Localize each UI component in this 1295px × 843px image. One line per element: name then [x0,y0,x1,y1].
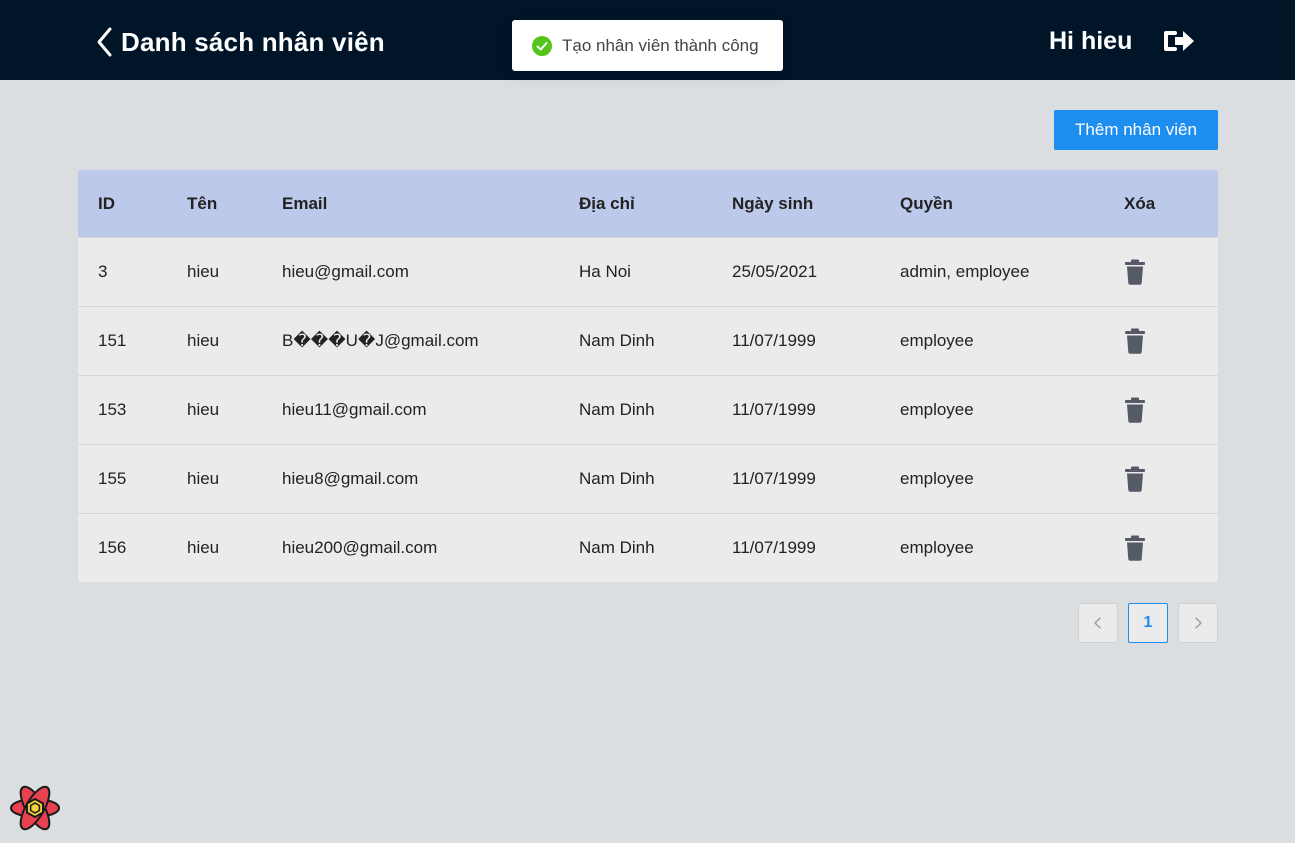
pagination-next-button[interactable] [1178,603,1218,643]
page-title: Danh sách nhân viên [121,26,385,57]
delete-button[interactable] [1124,514,1146,582]
delete-button[interactable] [1124,307,1146,375]
cell-email: hieu@gmail.com [282,262,409,281]
trash-icon [1125,535,1145,561]
cell-role: employee [900,538,974,557]
column-header-address: Địa chỉ [579,193,635,213]
cell-name: hieu [187,331,220,350]
toast-message: Tạo nhân viên thành công [562,35,759,55]
add-employee-button[interactable]: Thêm nhân viên [1054,110,1218,150]
trash-icon [1125,259,1145,285]
cell-address: Ha Noi [579,262,631,281]
trash-icon [1125,466,1145,492]
cell-dob: 11/07/1999 [732,469,816,488]
cell-role: employee [900,469,974,488]
cell-name: hieu [187,262,220,281]
cell-dob: 11/07/1999 [732,400,816,419]
cell-id: 3 [98,262,108,281]
pagination-prev-button[interactable] [1078,603,1118,643]
cell-email: hieu11@gmail.com [282,400,427,419]
react-icon[interactable] [9,784,61,832]
chevron-right-icon [1195,617,1202,629]
trash-icon [1125,397,1145,423]
back-button[interactable]: Danh sách nhân viên [92,22,385,62]
table-row: 3 hieu hieu@gmail.com Ha Noi 25/05/2021 … [78,237,1218,306]
cell-email: hieu200@gmail.com [282,538,438,557]
column-header-id: ID [98,193,115,213]
table-row: 156 hieu hieu200@gmail.com Nam Dinh 11/0… [78,513,1218,582]
table-row: 151 hieu B���U�J@gmail.com Nam Dinh 11/0… [78,306,1218,375]
cell-name: hieu [187,400,220,419]
cell-id: 153 [98,400,127,419]
delete-button[interactable] [1124,376,1146,444]
column-header-role: Quyền [900,193,953,213]
cell-address: Nam Dinh [579,400,655,419]
trash-icon [1125,328,1145,354]
chevron-left-icon [1094,617,1101,629]
delete-button[interactable] [1124,238,1146,306]
cell-id: 156 [98,538,127,557]
cell-role: employee [900,400,974,419]
cell-id: 151 [98,331,127,350]
pagination-page-current[interactable]: 1 [1128,603,1168,643]
cell-dob: 25/05/2021 [732,262,818,281]
cell-dob: 11/07/1999 [732,331,816,350]
cell-address: Nam Dinh [579,331,655,350]
user-greeting: Hi hieu [1049,27,1133,55]
cell-address: Nam Dinh [579,538,655,557]
employee-table: ID Tên Email Địa chỉ Ngày sinh Quyền Xóa… [78,170,1218,582]
column-header-name: Tên [187,193,218,213]
cell-name: hieu [187,469,220,488]
chevron-left-icon [97,27,112,57]
column-header-dob: Ngày sinh [732,193,814,213]
table-header: ID Tên Email Địa chỉ Ngày sinh Quyền Xóa [78,170,1218,237]
table-row: 155 hieu hieu8@gmail.com Nam Dinh 11/07/… [78,444,1218,513]
sign-out-icon[interactable] [1162,24,1196,58]
column-header-delete: Xóa [1124,193,1156,213]
cell-email: B���U�J@gmail.com [282,331,479,350]
cell-name: hieu [187,538,220,557]
cell-email: hieu8@gmail.com [282,469,419,488]
success-toast: Tạo nhân viên thành công [512,20,783,71]
cell-role: employee [900,331,974,350]
cell-address: Nam Dinh [579,469,655,488]
cell-role: admin, employee [900,262,1030,281]
column-header-email: Email [282,193,328,213]
delete-button[interactable] [1124,445,1146,513]
table-row: 153 hieu hieu11@gmail.com Nam Dinh 11/07… [78,375,1218,444]
check-circle-icon [532,35,552,56]
cell-id: 155 [98,469,127,488]
cell-dob: 11/07/1999 [732,538,816,557]
